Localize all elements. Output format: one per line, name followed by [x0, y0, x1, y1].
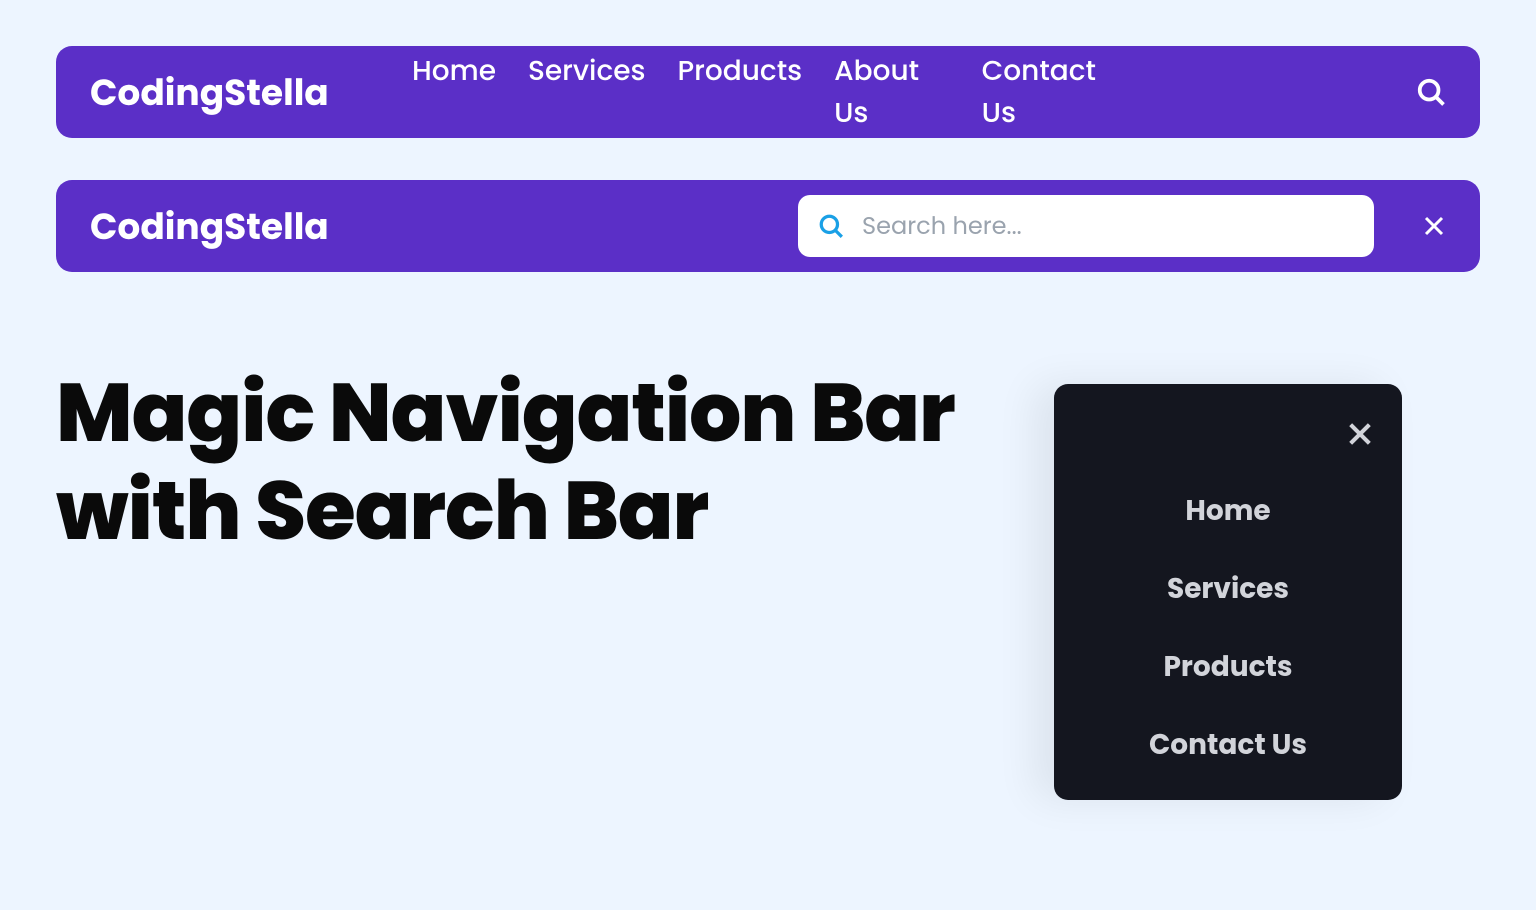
mobile-nav-services[interactable]: Services [1082, 550, 1374, 628]
nav-about[interactable]: About Us [834, 50, 950, 134]
mobile-nav-home[interactable]: Home [1082, 472, 1374, 550]
brand-logo[interactable]: CodingStella [90, 65, 329, 120]
close-icon [1422, 214, 1446, 238]
nav-home[interactable]: Home [412, 50, 496, 134]
search-toggle-button[interactable] [1416, 77, 1446, 107]
mobile-menu-close-button[interactable] [1346, 420, 1374, 454]
nav-products[interactable]: Products [677, 50, 802, 134]
navbar-search-open: CodingStella [56, 180, 1480, 272]
nav-links: Home Services Products About Us Contact … [412, 50, 1124, 134]
search-input[interactable] [862, 209, 1354, 244]
nav-contact[interactable]: Contact Us [982, 50, 1124, 134]
headline-line2: with Search Bar [56, 453, 708, 568]
search-close-button[interactable] [1422, 214, 1446, 238]
nav-services[interactable]: Services [528, 50, 646, 134]
search-icon [818, 213, 844, 239]
navbar-primary: CodingStella Home Services Products Abou… [56, 46, 1480, 138]
search-icon [1416, 77, 1446, 107]
close-icon [1346, 420, 1374, 448]
mobile-menu: Home Services Products Contact Us [1054, 384, 1402, 800]
mobile-nav-contact[interactable]: Contact Us [1082, 706, 1374, 784]
mobile-nav-products[interactable]: Products [1082, 628, 1374, 706]
search-box [798, 195, 1374, 257]
brand-logo[interactable]: CodingStella [90, 199, 329, 254]
